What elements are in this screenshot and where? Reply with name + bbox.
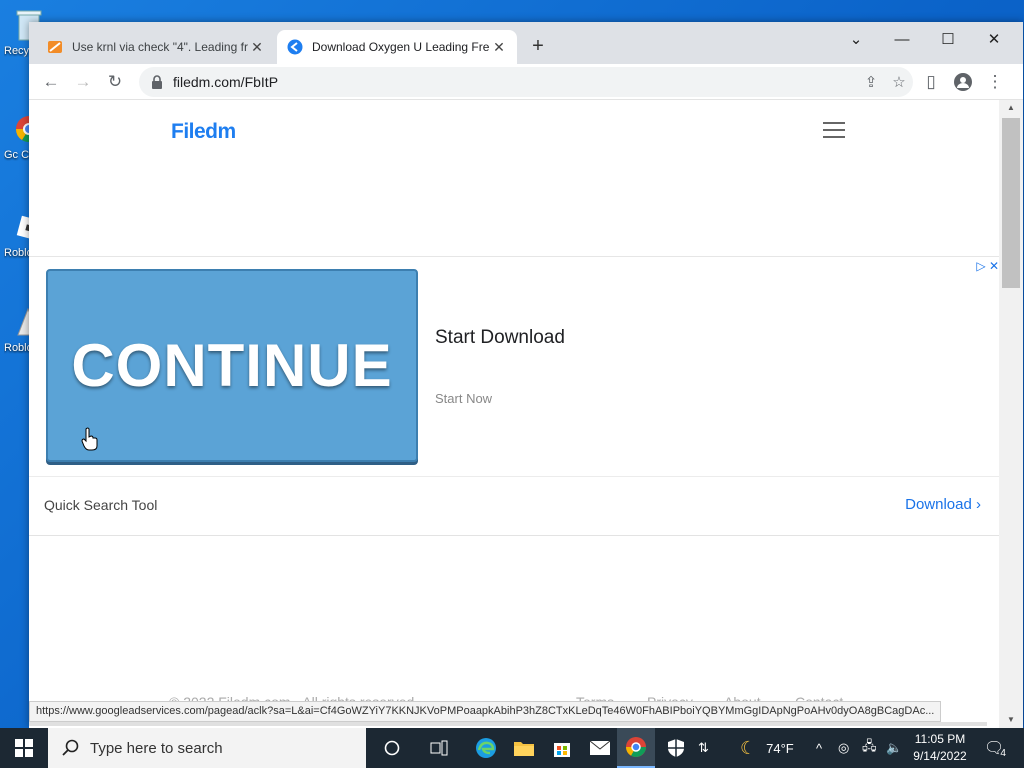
network-icon[interactable]: 🖧 — [862, 728, 877, 768]
browser-toolbar: ← → ↻ filedm.com/FbItP ⇪ ☆ ▯ ⋮ — [29, 64, 1023, 100]
taskbar-search-box[interactable]: Type here to search — [48, 728, 366, 768]
horizontal-scrollbar[interactable] — [29, 722, 987, 726]
ad-subtitle[interactable]: Start Now — [435, 391, 492, 406]
store-icon[interactable] — [543, 728, 581, 768]
weather-temp: 74°F — [766, 740, 794, 756]
forward-arrow-icon[interactable]: → — [69, 68, 97, 96]
weather-widget[interactable]: ☾ 74°F — [740, 728, 794, 768]
ad-title[interactable]: Start Download — [435, 327, 565, 349]
scroll-up-icon[interactable]: ▲ — [999, 100, 1023, 116]
volume-icon[interactable]: 🔈 — [886, 728, 902, 768]
moon-icon: ☾ — [740, 737, 757, 758]
meet-now-icon[interactable]: ◎ — [838, 728, 849, 768]
system-clock[interactable]: 11:05 PM 9/14/2022 — [906, 731, 974, 765]
site-logo[interactable]: Filedm — [171, 120, 236, 144]
tab-krnl[interactable]: Use krnl via check "4". Leading fr ✕ — [37, 30, 275, 64]
file-explorer-icon[interactable] — [505, 728, 543, 768]
tab-title: Download Oxygen U Leading Fre — [312, 40, 490, 54]
tab-download-oxygen[interactable]: Download Oxygen U Leading Fre ✕ — [277, 30, 517, 64]
tab-strip: Use krnl via check "4". Leading fr ✕ Dow… — [29, 22, 1023, 64]
browser-window: Use krnl via check "4". Leading fr ✕ Dow… — [29, 22, 1023, 728]
tab-title: Use krnl via check "4". Leading fr — [72, 40, 248, 54]
menu-kebab-icon[interactable]: ⋮ — [981, 68, 1009, 96]
edge-icon[interactable] — [467, 728, 505, 768]
continue-text: CONTINUE — [71, 332, 393, 399]
side-panel-icon[interactable]: ▯ — [917, 68, 945, 96]
ad-footer-bar: Quick Search Tool Download › — [29, 476, 999, 536]
cortana-icon[interactable] — [373, 728, 411, 768]
bookmark-star-icon[interactable]: ☆ — [885, 73, 913, 91]
vertical-scrollbar[interactable]: ▲ ▼ — [999, 100, 1023, 728]
back-arrow-icon[interactable]: ← — [37, 68, 65, 96]
chevron-right-icon: › — [976, 496, 981, 513]
show-hidden-icons-icon[interactable]: ^ — [816, 728, 822, 768]
reload-icon[interactable]: ↻ — [101, 68, 129, 96]
ad-banner[interactable]: ▷ ✕ CONTINUE Start Download Start Now Qu… — [29, 256, 999, 536]
page-content: Filedm ▷ ✕ CONTINUE Start Download Start… — [29, 100, 999, 728]
scrollbar-thumb[interactable] — [1002, 118, 1020, 288]
hand-cursor-icon — [81, 427, 98, 451]
ad-choices-icon[interactable]: ▷ ✕ — [976, 259, 999, 273]
hamburger-menu-icon[interactable] — [823, 122, 845, 138]
tab-search-icon[interactable]: ⌄ — [833, 26, 879, 54]
lock-icon — [152, 75, 162, 89]
filedm-favicon-icon — [287, 39, 303, 55]
ad-download-link[interactable]: Download › — [905, 496, 981, 513]
taskbar-overflow-icon[interactable]: ⇅ — [698, 728, 709, 768]
address-bar[interactable]: filedm.com/FbItP ⇪ ☆ — [139, 67, 913, 97]
minimize-button[interactable]: — — [879, 26, 925, 54]
favicon-icon — [48, 41, 62, 53]
security-shield-icon[interactable] — [657, 728, 695, 768]
taskbar: Type here to search ⇅ ☾ 74°F ^ ◎ 🖧 🔈 11:… — [0, 728, 1024, 768]
start-button[interactable] — [0, 728, 48, 768]
close-window-button[interactable]: ✕ — [971, 26, 1017, 54]
continue-ad-image[interactable]: CONTINUE — [46, 269, 418, 462]
search-icon — [62, 739, 79, 756]
clock-date: 9/14/2022 — [913, 749, 967, 763]
ad-advertiser[interactable]: Quick Search Tool — [44, 497, 157, 513]
share-icon[interactable]: ⇪ — [857, 73, 885, 91]
address-url: filedm.com/FbItP — [173, 74, 279, 90]
mail-icon[interactable] — [581, 728, 619, 768]
windows-logo-icon — [15, 739, 33, 757]
new-tab-button[interactable]: + — [527, 35, 549, 58]
chrome-taskbar-icon[interactable] — [617, 728, 655, 768]
notification-count: 4 — [1000, 747, 1006, 759]
tab-close-icon[interactable]: ✕ — [249, 39, 265, 56]
task-view-icon[interactable] — [420, 728, 458, 768]
clock-time: 11:05 PM — [914, 732, 966, 746]
profile-avatar-icon[interactable] — [949, 68, 977, 96]
ad-download-label: Download — [905, 496, 972, 513]
tab-close-icon[interactable]: ✕ — [491, 39, 507, 56]
maximize-button[interactable]: ☐ — [925, 26, 971, 54]
scroll-down-icon[interactable]: ▼ — [999, 712, 1023, 728]
link-status-bar: https://www.googleadservices.com/pagead/… — [29, 701, 942, 722]
notification-center-icon[interactable]: 🗨 4 — [984, 728, 1006, 768]
taskbar-search-placeholder: Type here to search — [90, 739, 223, 757]
